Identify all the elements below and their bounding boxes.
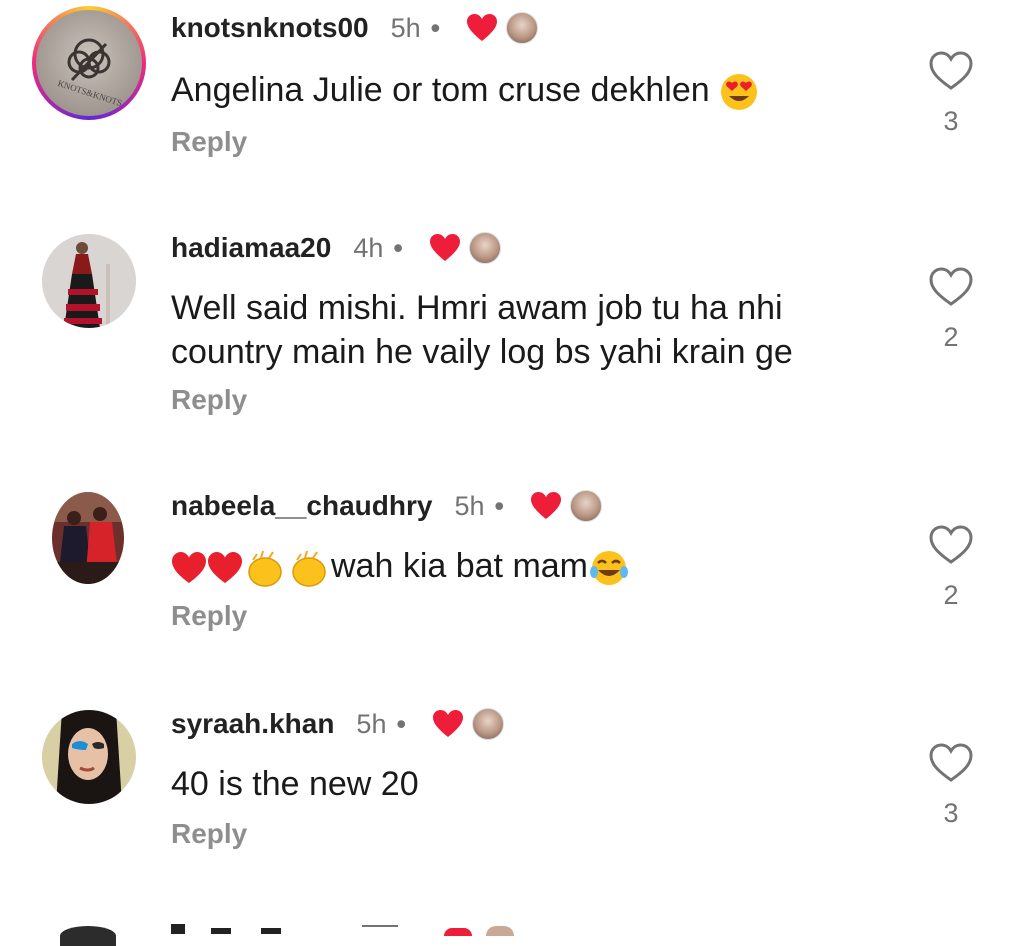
tears-of-joy-emoji-icon [590,551,628,586]
next-comment-partial [0,920,1024,946]
comment-text-line: country main he vaily log bs yahi krain … [171,333,793,371]
comment-text: 40 is the new 20 [171,762,891,806]
creator-avatar-icon [506,12,539,44]
creator-liked-heart-icon [432,710,463,737]
like-count: 2 [943,580,959,610]
creator-avatar-icon [471,708,504,740]
creator-avatar-icon [569,490,602,522]
like-heart-icon[interactable] [928,50,974,92]
user-photo-icon [52,492,124,584]
avatar[interactable] [42,234,136,328]
creator-liked-heart-icon [444,928,472,936]
user-photo-icon [42,234,136,328]
comment-text-body: wah kia bat mam [331,547,588,585]
like-count: 2 [943,322,959,352]
comment-item: hadiamaa20 4h • Well said mishi. Hmri aw… [0,226,1024,426]
separator-dot: • [430,12,441,43]
separator-dot: • [494,490,504,521]
username[interactable]: hadiamaa20 [171,232,331,264]
timestamp: 5h [390,12,421,43]
username[interactable]: knotsnknots00 [171,12,369,44]
username[interactable]: syraah.khan [171,708,334,740]
reply-button[interactable]: Reply [171,818,247,850]
comment-meta: nabeela__chaudhry 5h • [171,486,602,526]
creator-avatar-icon [468,232,501,264]
comment-text-line: Well said mishi. Hmri awam job tu ha nhi [171,289,783,327]
like-heart-icon[interactable] [928,266,974,308]
avatar[interactable] [42,710,136,804]
username[interactable]: nabeela__chaudhry [171,490,432,522]
comment-item: nabeela__chaudhry 5h • wah kia bat mam R… [0,484,1024,684]
like-count: 3 [943,106,959,136]
creator-liked-heart-icon [467,14,498,41]
timestamp: 4h [353,232,384,263]
separator-dot: • [396,708,406,739]
username-partial [171,924,341,934]
reply-button[interactable]: Reply [171,600,247,632]
comment-text: Angelina Julie or tom cruse dekhlen [171,68,891,112]
reply-button[interactable]: Reply [171,126,247,158]
reply-button[interactable]: Reply [171,384,247,416]
avatar-logo-text: KNOTS&KNOTS [57,78,124,108]
user-photo-icon [42,710,136,804]
comment-text-body: Angelina Julie or tom cruse dekhlen [171,71,710,109]
comment-item: KNOTS&KNOTS knotsnknots00 5h • Angelina … [0,0,1024,200]
red-heart-emoji-icon [208,552,242,584]
avatar [60,926,116,946]
comment-meta: syraah.khan 5h • [171,704,504,744]
avatar[interactable] [52,492,124,584]
creator-liked-heart-icon [530,492,561,519]
comment-text: wah kia bat mam [171,544,891,588]
creator-avatar-icon [486,926,514,936]
comment-text: Well said mishi. Hmri awam job tu ha nhi… [171,286,891,374]
timestamp: 5h [454,490,485,521]
creator-liked-heart-icon [429,234,460,261]
comment-meta: knotsnknots00 5h • [171,8,539,48]
timestamp: 5h [356,708,387,739]
like-count: 3 [943,798,959,828]
red-heart-emoji-icon [172,552,206,584]
comment-text-body: 40 is the new 20 [171,765,419,803]
comment-meta: hadiamaa20 4h • [171,228,501,268]
like-heart-icon[interactable] [928,742,974,784]
timestamp-partial [362,925,398,935]
like-heart-icon[interactable] [928,524,974,566]
heart-eyes-emoji-icon [721,74,758,111]
clapping-hands-emoji-icon [292,550,326,587]
comment-item: syraah.khan 5h • 40 is the new 20 Reply … [0,702,1024,902]
clapping-hands-emoji-icon [248,550,282,587]
separator-dot: • [393,232,403,263]
knot-logo-icon: KNOTS&KNOTS [57,38,124,108]
avatar[interactable]: KNOTS&KNOTS [32,6,146,120]
